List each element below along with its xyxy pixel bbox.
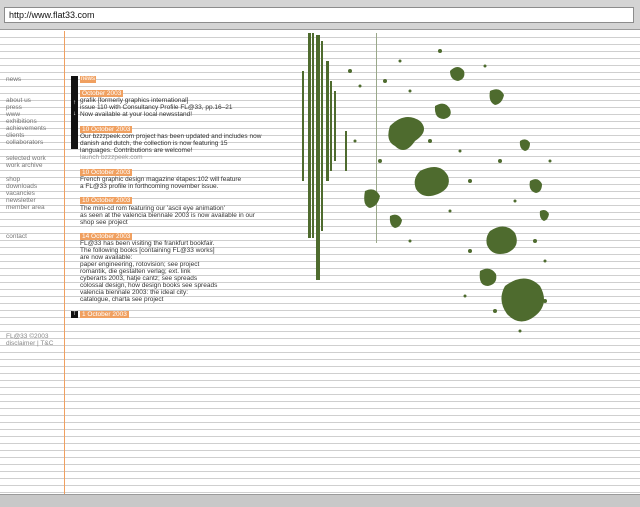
map-shapes: [302, 33, 549, 322]
news-text: as seen at the valencia biennale 2003 is…: [80, 212, 255, 219]
book-item: cyberarts 2003, hatje cantz;: [80, 275, 160, 282]
nav-item-vacancies[interactable]: vacancies: [6, 190, 62, 197]
news-entry: The mini-cd rom featuring our 'ascii eye…: [80, 205, 270, 226]
browser-toolbar: http://www.flat33.com: [0, 0, 640, 30]
see-project-link[interactable]: see project: [96, 219, 128, 226]
browser-status-bar: [0, 494, 640, 507]
nav-group-news: news: [6, 76, 62, 83]
nav-item-press[interactable]: press: [6, 104, 62, 111]
news-date: 14 October 2003: [80, 233, 133, 240]
book-item: colossal design, how design books: [80, 282, 181, 289]
page-content: news about us press www exhibitions achievem…: [0, 31, 640, 494]
news-section-tag: news: [80, 76, 96, 83]
news-entry: grafik [formerly graphics international]…: [80, 97, 270, 118]
news-text: Now available at your local newsstand!: [80, 111, 193, 118]
see-project-link[interactable]: see project: [132, 296, 164, 303]
address-bar[interactable]: http://www.flat33.com: [4, 7, 634, 23]
nav-item-downloads[interactable]: downloads: [6, 183, 62, 190]
launch-bzzzpeek-link[interactable]: launch bzzzpeek.com: [80, 154, 143, 161]
nav-item-work-archive[interactable]: work archive: [6, 162, 62, 169]
news-text: grafik [formerly graphics international]: [80, 97, 189, 104]
nav-item-clients[interactable]: clients: [6, 132, 62, 139]
news-text: FL@33 has been visiting the frankfurt bo…: [80, 240, 215, 247]
news-text: languages. Contributions are welcome!: [80, 147, 193, 154]
nav-item-about-us[interactable]: about us: [6, 97, 62, 104]
news-date: 10 October 2003: [80, 197, 133, 204]
book-item: paper engineering, rotovision;: [80, 261, 166, 268]
news-text: The following books [containing FL@33 wo…: [80, 247, 215, 254]
news-date: 1 October 2003: [80, 311, 129, 318]
arrow-up-icon[interactable]: ↑: [71, 100, 78, 107]
news-date: 10 October 2003: [80, 169, 133, 176]
news-date: 10 October 2003: [80, 126, 133, 133]
news-text: Our bzzzpeek.com project has been update…: [80, 133, 262, 140]
news-entry: FL@33 has been visiting the frankfurt bo…: [80, 240, 270, 303]
nav-item-selected-work[interactable]: selected work: [6, 155, 62, 162]
map-graphic: [302, 33, 552, 333]
nav-item-exhibitions[interactable]: exhibitions: [6, 118, 62, 125]
nav-item-news[interactable]: news: [6, 76, 62, 83]
nav-item-contact[interactable]: contact: [6, 233, 62, 240]
top-arrow-icon[interactable]: ⊤: [71, 311, 78, 318]
news-text: danish and dutch, the collection is now …: [80, 140, 228, 147]
nav-group-work: selected work work archive: [6, 155, 62, 169]
news-text: are now available:: [80, 254, 133, 261]
nav-item-shop[interactable]: shop: [6, 176, 62, 183]
see-project-link[interactable]: see project: [167, 261, 199, 268]
news-text: The mini-cd rom featuring our 'ascii eye…: [80, 205, 225, 212]
disclaimer-link[interactable]: disclaimer | T&C: [6, 340, 53, 347]
news-date: October 2003: [80, 90, 124, 97]
nav-item-member-area[interactable]: member area: [6, 204, 62, 211]
see-spreads-link[interactable]: see spreads: [162, 275, 197, 282]
news-scroll-bar[interactable]: ↑ ↓: [71, 76, 78, 149]
nav-group-contact: contact: [6, 233, 62, 240]
see-spreads-link[interactable]: see spreads: [182, 282, 217, 289]
book-item: romantik, die gestalten verlag; ext. lin…: [80, 268, 191, 275]
nav-group-about: about us press www exhibitions achievements c…: [6, 97, 62, 146]
news-text: issue 110 with Consultancy Profile FL@33…: [80, 104, 233, 111]
nav-item-achievements[interactable]: achievements: [6, 125, 62, 132]
nav-item-www[interactable]: www: [6, 111, 62, 118]
news-text: a FL@33 profile in forthcoming november …: [80, 183, 219, 190]
copyright: FL@33 ©2003: [6, 333, 49, 340]
footer: FL@33 ©2003 disclaimer | T&C: [6, 333, 53, 347]
nav-item-collaborators[interactable]: collaborators: [6, 139, 62, 146]
orange-divider-line: [64, 31, 65, 494]
book-item: catalogue, charta: [80, 296, 130, 303]
arrow-down-icon[interactable]: ↓: [71, 111, 78, 118]
news-entry: Our bzzzpeek.com project has been update…: [80, 133, 270, 161]
nav-group-shop: shop downloads vacancies newsletter member a…: [6, 176, 62, 211]
news-entry: French graphic design magazine étapes:10…: [80, 176, 270, 190]
nav-item-newsletter[interactable]: newsletter: [6, 197, 62, 204]
news-text: shop: [80, 219, 95, 226]
book-item: valencia biennale 2003: the ideal city:: [80, 289, 189, 296]
news-text: French graphic design magazine étapes:10…: [80, 176, 242, 183]
